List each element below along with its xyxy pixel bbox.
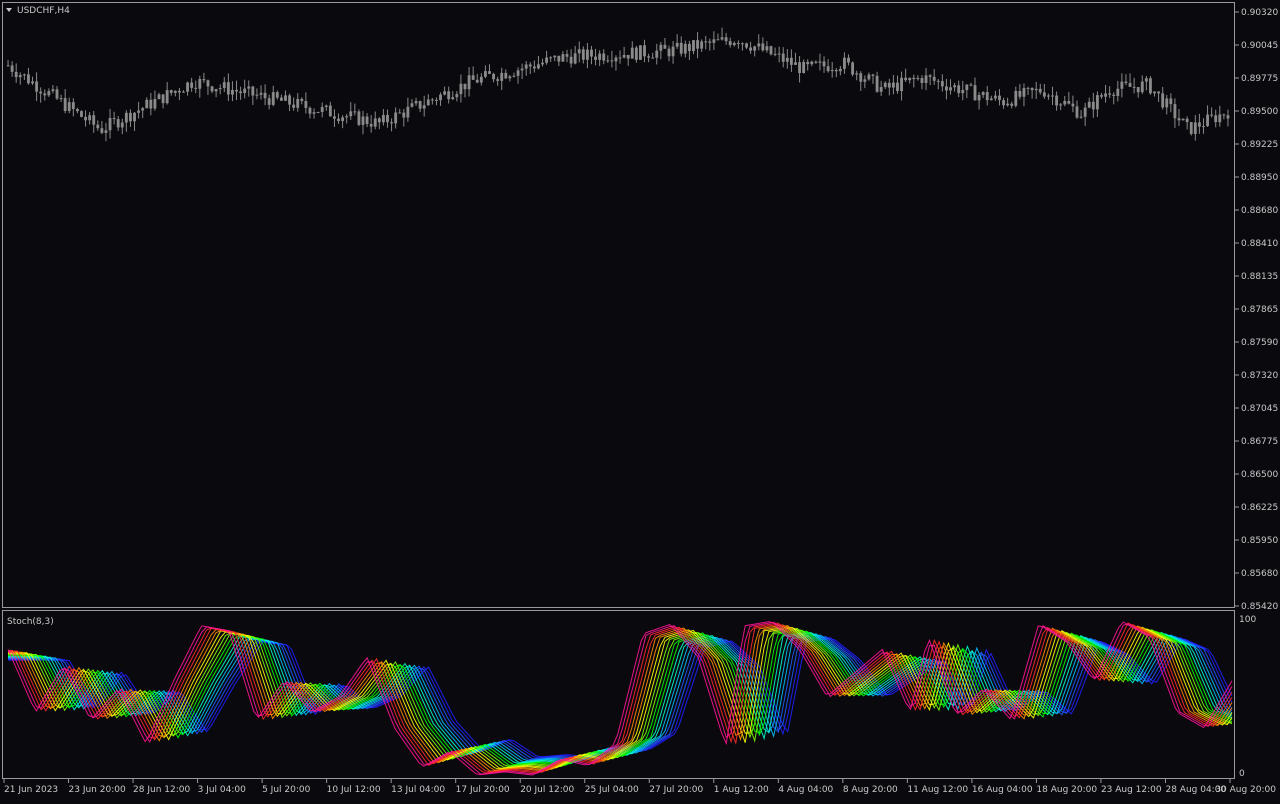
price-tick-label: 0.85420 [1241, 602, 1278, 612]
time-tick-label: 18 Aug 20:00 [1036, 785, 1097, 795]
time-tick-label: 4 Aug 04:00 [778, 785, 833, 795]
price-tick-label: 0.85950 [1241, 536, 1278, 546]
price-tick-label: 0.88950 [1241, 173, 1278, 183]
price-tick-label: 0.90320 [1241, 8, 1278, 18]
time-tick-label: 23 Aug 12:00 [1101, 785, 1162, 795]
candle [1189, 121, 1193, 136]
trading-chart[interactable]: 0.90320 0.90045 0.89775 0.89500 0.89225 0.889… [0, 0, 1280, 800]
time-tick-label: 1 Aug 12:00 [714, 785, 769, 795]
price-tick-label: 0.87320 [1241, 371, 1278, 381]
time-tick-label: 27 Jul 20:00 [649, 785, 703, 795]
indicator-scale-100: 100 [1239, 615, 1256, 625]
candle [639, 45, 642, 61]
candle [1149, 76, 1152, 95]
candle [1181, 118, 1185, 121]
time-tick-label: 16 Aug 04:00 [972, 785, 1033, 795]
indicator-scale-0: 0 [1239, 769, 1245, 779]
price-tick-label: 0.89225 [1241, 140, 1278, 150]
indicator-label[interactable]: Stoch(8,3) [7, 617, 54, 627]
price-tick-label: 0.85680 [1241, 569, 1278, 579]
price-tick-label: 0.90045 [1241, 41, 1278, 51]
time-tick-label: 17 Jul 20:00 [456, 785, 510, 795]
time-tick-label: 28 Jun 12:00 [133, 785, 190, 795]
candle [357, 109, 361, 127]
chart-background [0, 0, 1280, 800]
price-tick-label: 0.89775 [1241, 74, 1278, 84]
candle [769, 45, 773, 56]
price-tick-label: 0.87865 [1241, 305, 1278, 315]
price-tick-label: 0.86225 [1241, 503, 1278, 513]
symbol-label[interactable]: USDCHF,H4 [17, 6, 70, 16]
time-tick-label: 11 Aug 12:00 [907, 785, 968, 795]
candle [80, 110, 83, 118]
time-tick-label: 3 Jul 04:00 [198, 785, 247, 795]
time-tick-label: 25 Jul 04:00 [585, 785, 639, 795]
candle [851, 61, 855, 77]
time-tick-label: 21 Jun 2023 [4, 785, 58, 795]
price-tick-label: 0.88135 [1241, 272, 1278, 282]
price-tick-label: 0.88410 [1241, 239, 1278, 249]
time-tick-label: 30 Aug 20:00 [1215, 785, 1276, 795]
time-tick-label: 10 Jul 12:00 [327, 785, 381, 795]
price-tick-label: 0.87590 [1241, 338, 1278, 348]
time-tick-label: 23 Jun 20:00 [69, 785, 126, 795]
time-tick-label: 13 Jul 04:00 [391, 785, 445, 795]
time-tick-label: 5 Jul 20:00 [262, 785, 311, 795]
price-tick-label: 0.89500 [1241, 107, 1278, 117]
price-tick-label: 0.86775 [1241, 437, 1278, 447]
price-tick-label: 0.86500 [1241, 470, 1278, 480]
price-tick-label: 0.87045 [1241, 404, 1278, 414]
time-tick-label: 20 Jul 12:00 [520, 785, 574, 795]
price-tick-label: 0.88680 [1241, 206, 1278, 216]
chart-canvas[interactable]: 0.90320 0.90045 0.89775 0.89500 0.89225 0.889… [0, 0, 1280, 800]
time-tick-label: 8 Aug 20:00 [843, 785, 898, 795]
